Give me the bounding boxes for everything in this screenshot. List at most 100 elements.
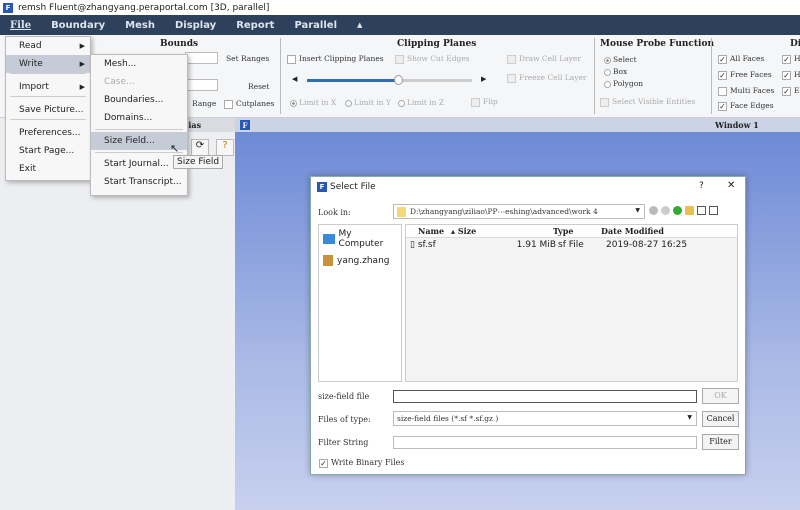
probe-box-radio[interactable]: Box: [604, 67, 627, 76]
menu-item-case[interactable]: Case...: [91, 73, 187, 91]
menu-item-mesh[interactable]: Mesh...: [91, 55, 187, 73]
clipping-slider[interactable]: [307, 75, 472, 85]
detail-view-icon[interactable]: [709, 206, 718, 215]
window-header: F Window 1: [235, 118, 800, 132]
file-list[interactable]: Name ▴ Size Type Date Modified ▯ sf.sf 1…: [405, 224, 738, 382]
free-faces-checkbox[interactable]: ✓ Free Faces: [718, 70, 772, 80]
insert-clipping-checkbox[interactable]: Insert Clipping Planes: [287, 54, 384, 64]
collapse-ribbon-icon[interactable]: ▲: [347, 21, 372, 29]
parent-folder-icon[interactable]: [673, 206, 682, 215]
menu-item-boundaries[interactable]: Boundaries...: [91, 91, 187, 109]
probe-select-radio[interactable]: Select: [604, 55, 637, 64]
column-date[interactable]: Date Modified: [599, 225, 664, 237]
folder-icon: [397, 207, 406, 217]
slider-fill: [307, 79, 398, 82]
set-ranges-button[interactable]: Set Ranges: [226, 54, 269, 63]
back-icon[interactable]: [649, 206, 658, 215]
window-icon: F: [240, 120, 250, 130]
file-list-header: Name ▴ Size Type Date Modified: [406, 225, 737, 238]
range-label: Range: [192, 99, 217, 108]
look-in-label: Look in:: [318, 208, 351, 217]
file-type-label: Files of type:: [318, 415, 371, 424]
places-sidebar: My Computer yang.zhang: [318, 224, 402, 382]
forward-icon[interactable]: [661, 206, 670, 215]
clipping-title: Clipping Planes: [397, 39, 477, 49]
bounds-input-1[interactable]: [185, 52, 218, 64]
menu-display[interactable]: Display: [165, 20, 226, 31]
show-cut-edges-checkbox[interactable]: Show Cut Edges: [395, 54, 470, 64]
file-icon: ▯: [410, 240, 415, 250]
display-checkbox-1[interactable]: ✓ H: [782, 54, 800, 64]
limit-x-radio[interactable]: Limit in X: [290, 98, 336, 107]
menu-item-read[interactable]: Read ▶: [6, 37, 90, 55]
menu-item-save-picture[interactable]: Save Picture...: [6, 101, 90, 119]
file-type-select[interactable]: size-field files (*.sf *.sf.gz ) ▼: [393, 411, 697, 426]
slider-right-arrow-icon[interactable]: ▶: [481, 75, 486, 83]
close-button[interactable]: ✕: [727, 180, 735, 191]
help-icon[interactable]: ?: [216, 139, 234, 156]
window-title: remsh Fluent@zhangyang.peraportal.com [3…: [18, 2, 270, 13]
divider: [711, 38, 712, 114]
menu-report[interactable]: Report: [226, 20, 284, 31]
menu-item-start-page[interactable]: Start Page...: [6, 142, 90, 160]
write-binary-checkbox[interactable]: ✓ Write Binary Files: [319, 458, 405, 468]
write-submenu: Mesh... Case... Boundaries... Domains...…: [90, 54, 188, 196]
display-checkbox-2[interactable]: ✓ H: [782, 70, 800, 80]
menu-mesh[interactable]: Mesh: [115, 20, 165, 31]
menu-boundary[interactable]: Boundary: [41, 20, 115, 31]
all-faces-checkbox[interactable]: ✓ All Faces: [718, 54, 764, 64]
file-row[interactable]: ▯ sf.sf 1.91 MiB sf File 2019-08-27 16:2…: [406, 238, 737, 253]
user-icon: [323, 255, 333, 266]
slider-left-arrow-icon[interactable]: ◀: [292, 75, 297, 83]
menu-item-domains[interactable]: Domains...: [91, 109, 187, 127]
ok-button[interactable]: OK: [702, 388, 739, 404]
mouse-cursor-icon: ↖: [170, 142, 180, 155]
column-type[interactable]: Type: [551, 225, 599, 237]
display-checkbox-3[interactable]: ✓ E: [782, 86, 799, 96]
place-my-computer[interactable]: My Computer: [319, 225, 401, 253]
column-name[interactable]: Name: [406, 225, 451, 237]
menu-item-write[interactable]: Write ▶: [6, 55, 90, 73]
menu-file[interactable]: File: [0, 20, 41, 31]
list-view-icon[interactable]: [697, 206, 706, 215]
divider: [594, 38, 595, 114]
select-visible-checkbox[interactable]: Select Visible Entities: [600, 97, 695, 107]
dialog-icon: F: [317, 182, 327, 192]
filename-label: size-field file: [318, 392, 370, 401]
limit-y-radio[interactable]: Limit in Y: [345, 98, 391, 107]
limit-z-radio[interactable]: Limit in Z: [398, 98, 444, 107]
bounds-input-2[interactable]: [185, 79, 218, 91]
probe-polygon-radio[interactable]: Polygon: [604, 79, 643, 88]
place-user[interactable]: yang.zhang: [319, 253, 401, 268]
filter-input[interactable]: [393, 436, 697, 449]
reset-button[interactable]: Reset: [248, 82, 269, 91]
menu-item-preferences[interactable]: Preferences...: [6, 124, 90, 142]
computer-icon: [323, 234, 335, 244]
face-edges-checkbox[interactable]: ✓ Face Edges: [718, 101, 774, 111]
select-file-dialog: F Select File ? ✕ Look in: D:\zhangyang\…: [310, 176, 746, 475]
freeze-cell-layer-checkbox[interactable]: Freeze Cell Layer: [507, 73, 587, 83]
new-folder-icon[interactable]: [685, 206, 694, 215]
flip-checkbox[interactable]: Flip: [471, 97, 498, 107]
window-title-label: Window 1: [715, 120, 759, 130]
column-size[interactable]: ▴ Size: [451, 225, 551, 237]
cancel-button[interactable]: Cancel: [702, 411, 739, 427]
menu-item-import[interactable]: Import ▶: [6, 78, 90, 96]
app-icon: F: [3, 2, 13, 13]
menu-item-start-transcript[interactable]: Start Transcript...: [91, 173, 187, 191]
slider-handle[interactable]: [393, 75, 403, 85]
filename-input[interactable]: [393, 390, 697, 403]
filter-label: Filter String: [318, 438, 369, 447]
menu-item-exit[interactable]: Exit: [6, 160, 90, 178]
help-button[interactable]: ?: [699, 181, 704, 191]
multi-faces-checkbox[interactable]: Multi Faces: [718, 86, 774, 96]
menu-parallel[interactable]: Parallel: [284, 20, 347, 31]
look-in-combo[interactable]: D:\zhangyang\ziliao\PP⋯eshing\advanced\w…: [393, 204, 645, 219]
display-title: Di: [790, 39, 800, 49]
cutplanes-checkbox[interactable]: Cutplanes: [224, 99, 274, 109]
draw-cell-layer-checkbox[interactable]: Draw Cell Layer: [507, 54, 581, 64]
refresh-icon[interactable]: ⟳: [191, 139, 209, 156]
filter-button[interactable]: Filter: [702, 434, 739, 450]
chevron-down-icon: ▼: [635, 207, 640, 214]
file-menu: Read ▶ Write ▶ Import ▶ Save Picture... Pre…: [5, 36, 91, 181]
